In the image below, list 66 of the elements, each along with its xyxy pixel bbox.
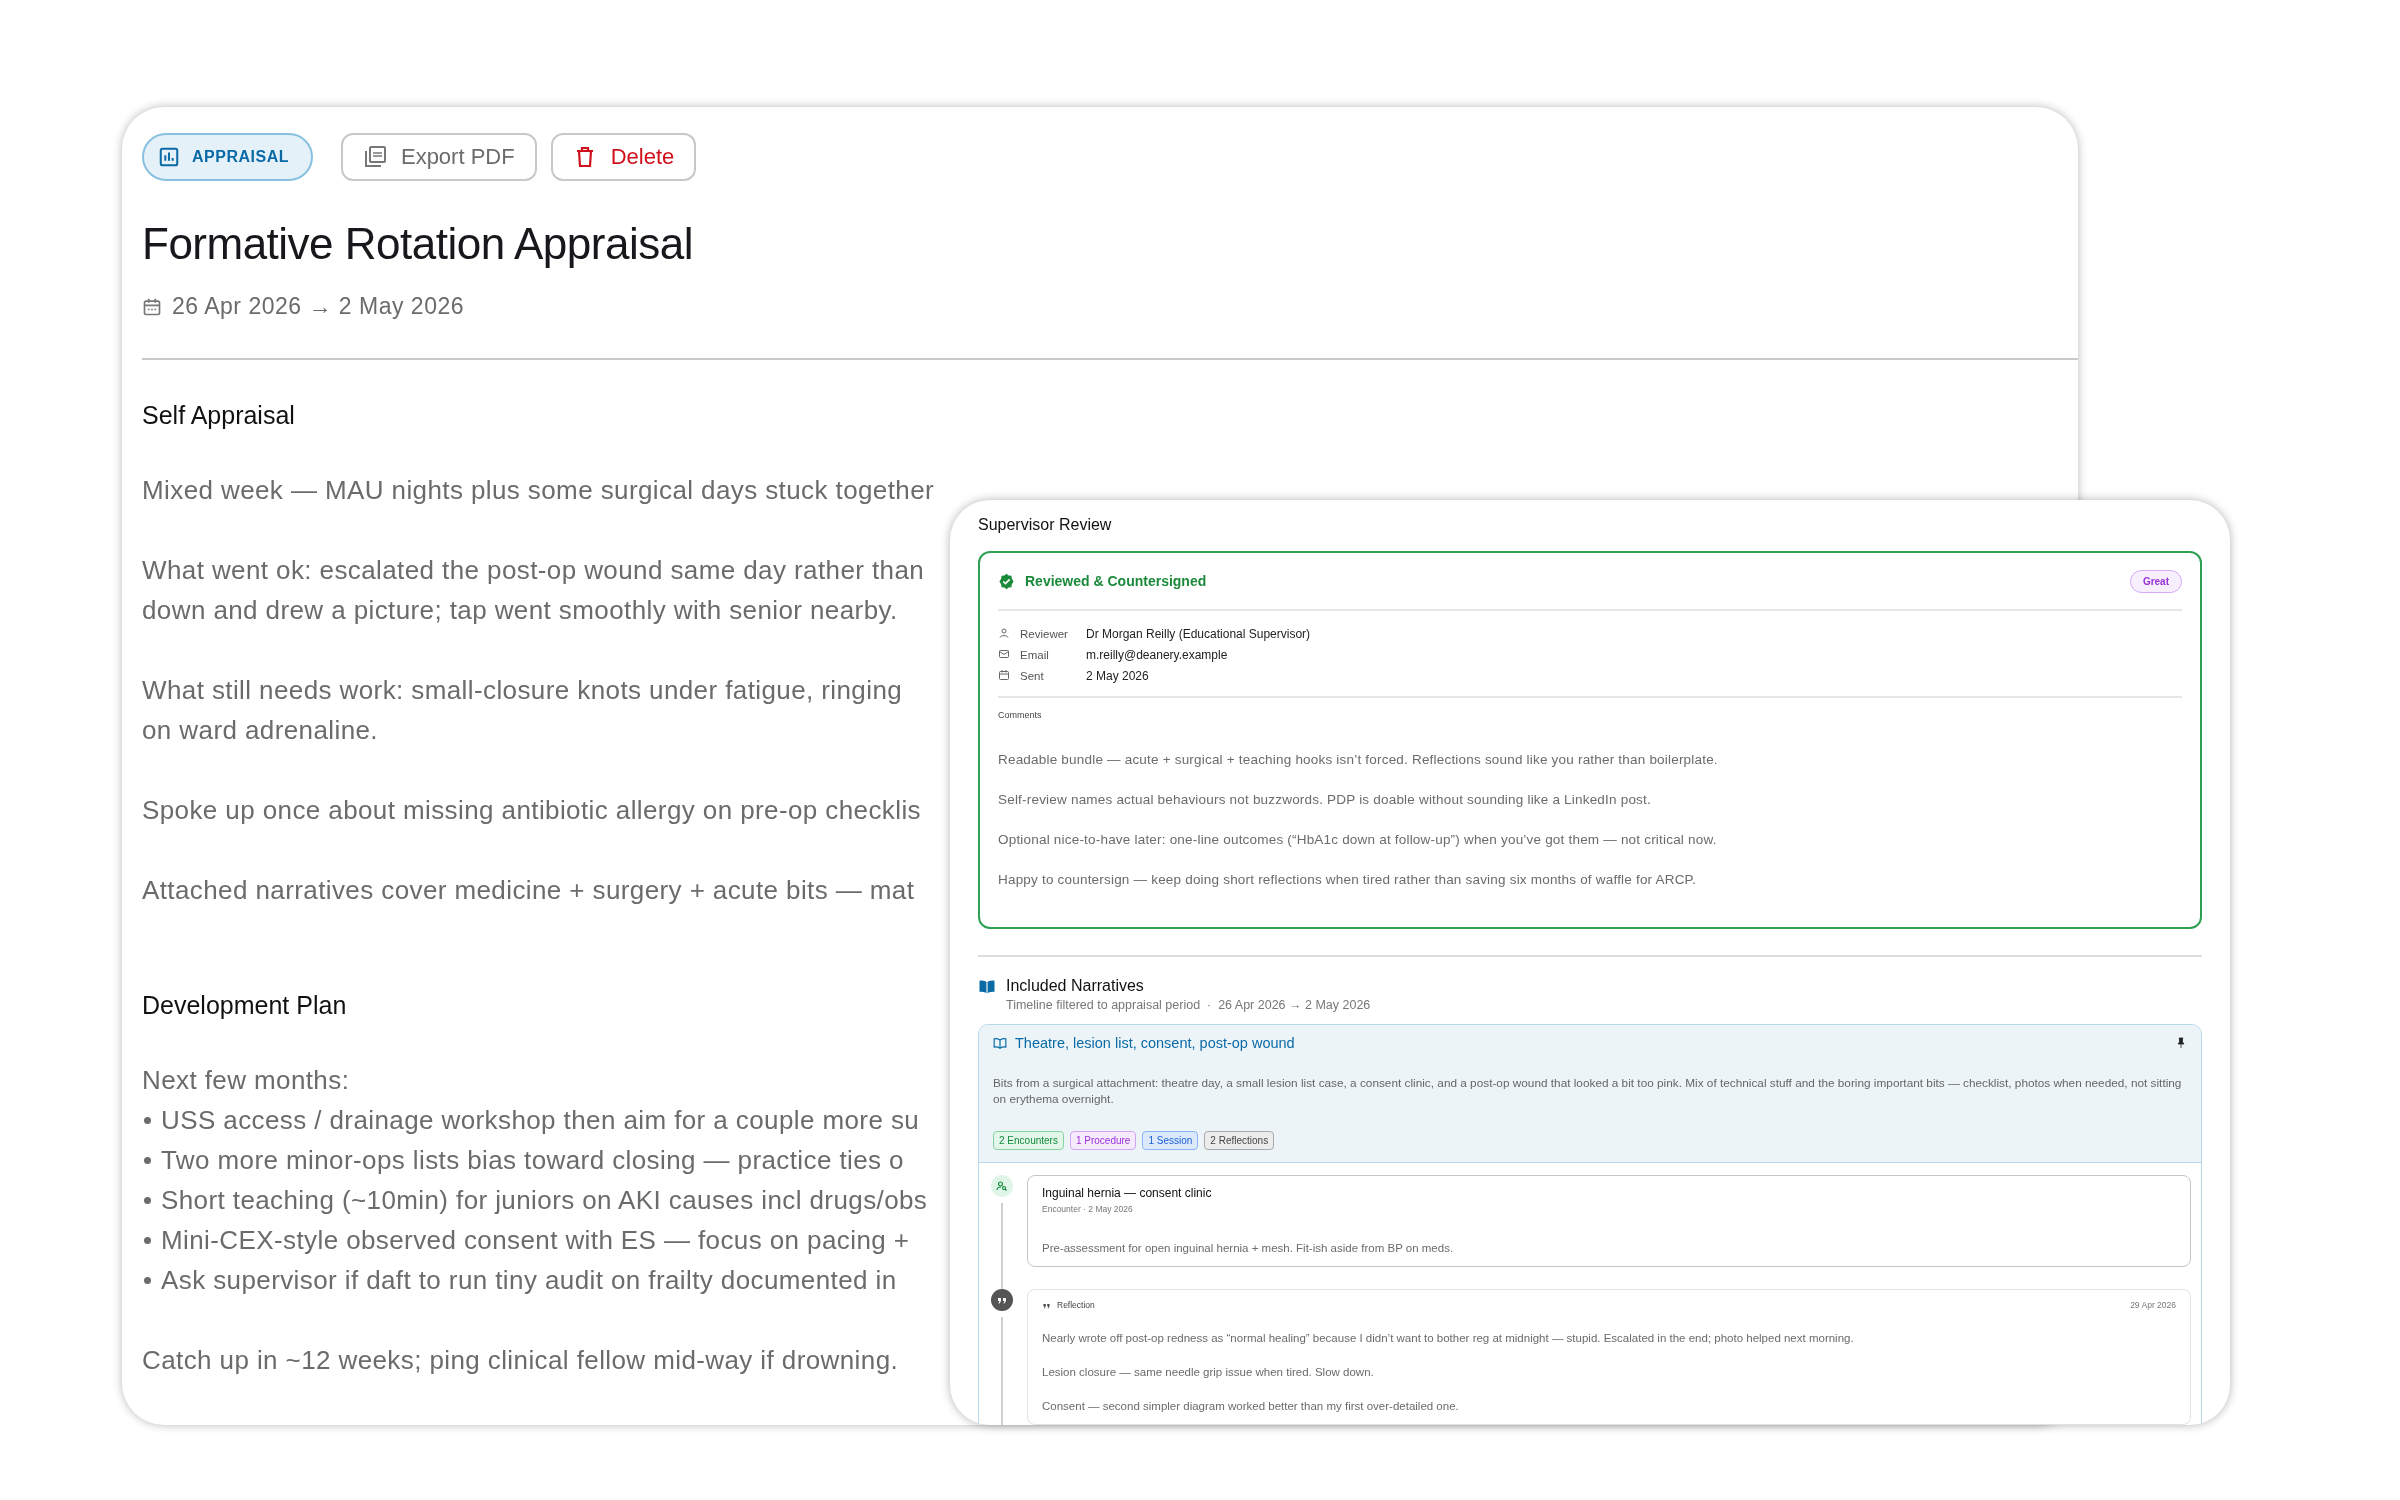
comment-text: Optional nice-to-have later: one-line outcomes (“HbA1c down at follow-up”) when you’ve got them — not critical now. — [998, 832, 1718, 847]
list-item: USS access / drainage workshop then aim for a couple more su — [161, 1104, 920, 1137]
calendar-icon — [142, 296, 162, 317]
section-heading: Development Plan — [142, 991, 347, 1020]
text-line: What still needs work: small-closure knots under fatigue, ringing — [142, 674, 903, 707]
comment-text: Self-review names actual behaviours not buzzwords. PDP is doable without sounding like a LinkedIn post. — [998, 792, 1652, 807]
field-label: Reviewer — [1020, 627, 1069, 640]
field-label: Email — [1020, 648, 1050, 661]
panel-title: Supervisor Review — [978, 516, 1113, 534]
list-item: Short teaching (~10min) for juniors on AKI causes incl drugs/obs — [161, 1184, 928, 1217]
entry-text: Nearly wrote off post-op redness as “normal healing” because I didn’t want to bother reg at midnight — stupid. Escalated in the end; photo helped next morning. — [1042, 1332, 1855, 1344]
appraisal-badge: APPRAISAL — [142, 133, 313, 181]
entry-type: Reflection — [1057, 1300, 1096, 1310]
mail-icon — [998, 647, 1010, 660]
person-icon — [998, 626, 1010, 639]
bar-chart-icon — [158, 146, 180, 168]
rating-badge: Great — [2129, 569, 2182, 593]
section-title: Included Narratives — [1006, 977, 1145, 995]
book-icon — [993, 1036, 1007, 1050]
date-range: 26 Apr 2026 → 2 May 2026 — [172, 293, 465, 320]
field-label: Sent — [1020, 669, 1045, 682]
text-line: Attached narratives cover medicine + surgery + acute bits — mat — [142, 874, 915, 907]
verified-badge-icon — [998, 572, 1015, 590]
field-value: Dr Morgan Reilly (Educational Supervisor) — [1086, 626, 1311, 641]
list-item: Ask supervisor if daft to run tiny audit on frailty documented in — [161, 1264, 897, 1297]
pdf-icon — [362, 145, 387, 169]
review-status: Reviewed & Countersigned — [1025, 573, 1208, 589]
entry-text: Pre-assessment for open inguinal hernia + mesh. Fit-ish aside from BP on meds. — [1042, 1242, 1455, 1254]
text-line: on ward adrenaline. — [142, 714, 378, 747]
section-subtitle: Timeline filtered to appraisal period · 26 Apr 2026 → 2 May 2026 — [1006, 998, 1371, 1012]
comment-text: Happy to countersign — keep doing short reflections when tired rather than saving six months of waffle for ARCP. — [998, 872, 1697, 887]
entry-date: 29 Apr 2026 — [2130, 1300, 2176, 1310]
page-title: Formative Rotation Appraisal — [142, 219, 694, 269]
text-line: Next few months: — [142, 1064, 350, 1097]
entry-title: Inguinal hernia — consent clinic — [1042, 1186, 1213, 1200]
text-line: What went ok: escalated the post-op wound same day rather than — [142, 554, 925, 587]
export-pdf-button[interactable]: Export PDF — [340, 133, 537, 181]
bullet-dot — [144, 1156, 151, 1164]
count-tag: 1 Procedure — [1069, 1131, 1137, 1150]
delete-button[interactable]: Delete — [550, 133, 697, 181]
list-item: Two more minor-ops lists bias toward closing — practice ties o — [161, 1144, 904, 1177]
narrative-description: Bits from a surgical attachment: theatre day, a small lesion list case, a consent clinic, and a post-op wound that looked a bit too pink. Mix of technical stuff and the boring important bits — checklist, photos when needed, not sitting on erythema overnight. — [993, 1075, 2183, 1107]
book-icon — [978, 977, 996, 995]
bullet-dot — [144, 1116, 151, 1124]
field-value: m.reilly@deanery.example — [1086, 647, 1228, 662]
count-tag: 2 Encounters — [993, 1131, 1064, 1150]
text-line: Catch up in ~12 weeks; ping clinical fellow mid-way if drowning. — [142, 1344, 899, 1377]
text-line: Mixed week — MAU nights plus some surgical days stuck together — [142, 474, 935, 507]
bullet-dot — [144, 1276, 151, 1284]
section-heading: Self Appraisal — [142, 401, 295, 430]
entry-text: Lesion closure — same needle grip issue when tired. Slow down. — [1042, 1366, 1375, 1378]
list-item: Mini-CEX-style observed consent with ES — focus on pacing + — [161, 1224, 910, 1257]
person-search-icon — [996, 1180, 1008, 1192]
field-value: 2 May 2026 — [1086, 668, 1149, 683]
bullet-dot — [144, 1236, 151, 1244]
comment-text: Readable bundle — acute + surgical + teaching hooks isn’t forced. Reflections sound like you rather than boilerplate. — [998, 752, 1719, 767]
bullet-dot — [144, 1196, 151, 1204]
calendar-icon — [998, 668, 1010, 681]
entry-meta: Encounter · 2 May 2026 — [1042, 1204, 1134, 1214]
text-line: down and drew a picture; tap went smoothly with senior nearby. — [142, 594, 898, 627]
narrative-title[interactable]: Theatre, lesion list, consent, post-op wound — [1015, 1035, 2167, 1051]
count-tag: 1 Session — [1142, 1131, 1199, 1150]
comments-label: Comments — [998, 710, 1043, 720]
count-tag: 2 Reflections — [1204, 1131, 1275, 1150]
text-line: Spoke up once about missing antibiotic allergy on pre-op checklis — [142, 794, 921, 827]
entry-text: Consent — second simpler diagram worked better than my first over-detailed one. — [1042, 1400, 1460, 1412]
